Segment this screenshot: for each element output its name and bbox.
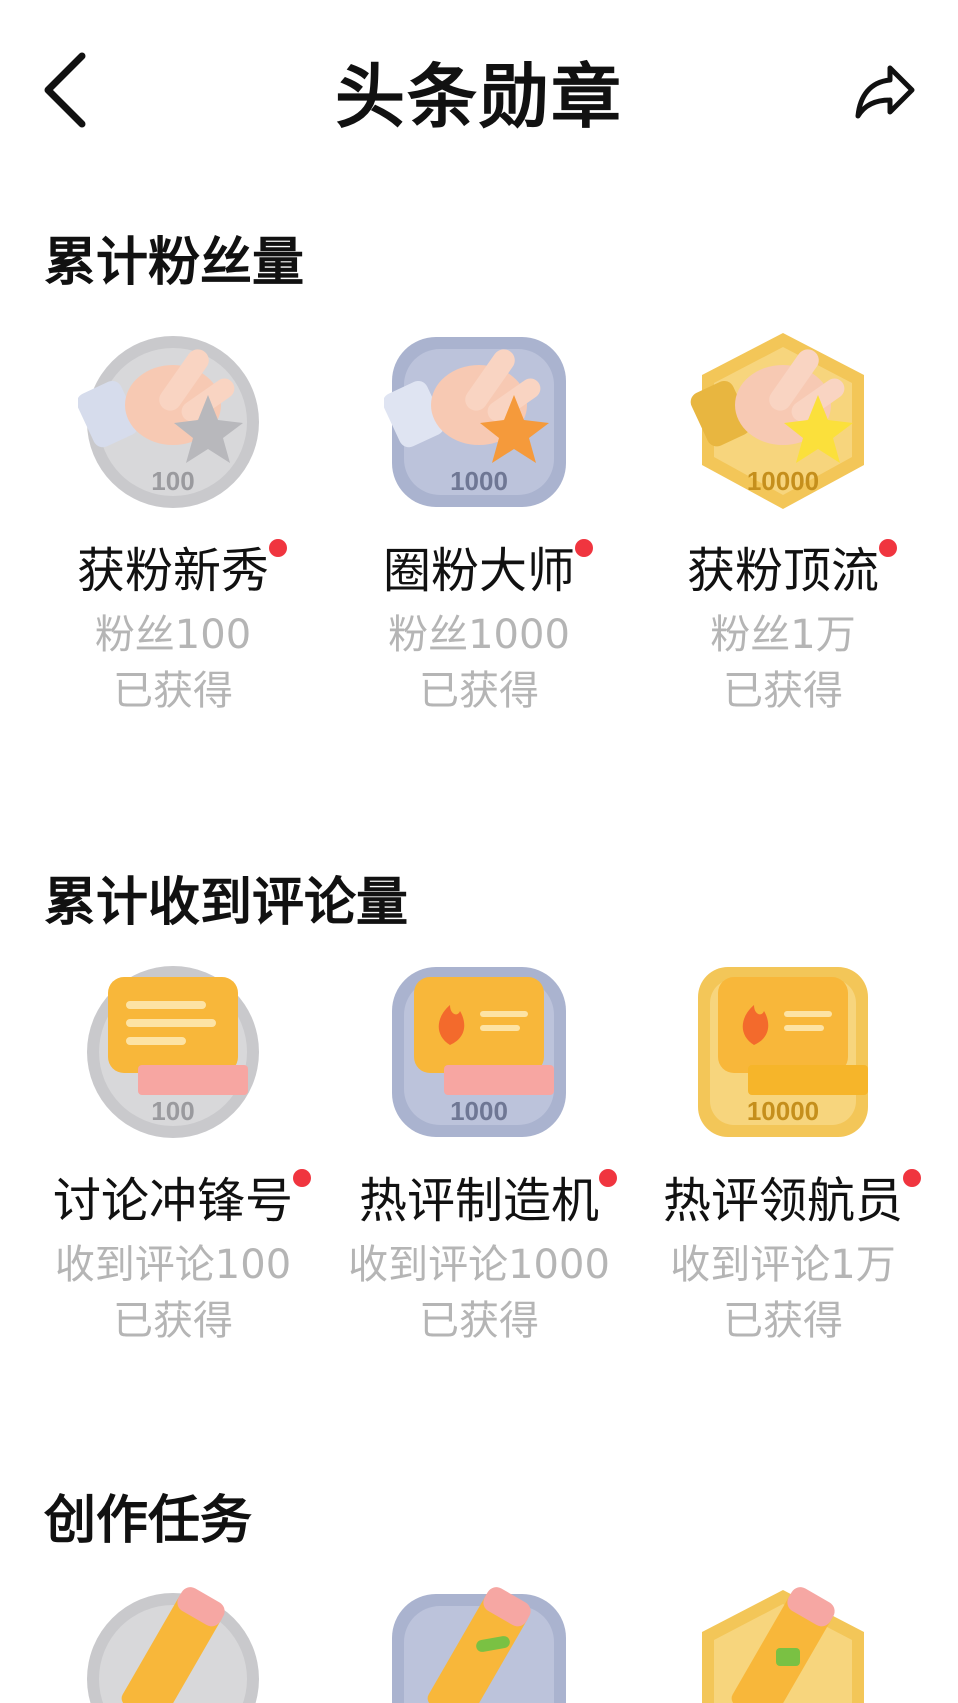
badge-condition: 粉丝1000 <box>388 612 570 658</box>
medal <box>688 1582 878 1703</box>
badge-task-3[interactable] <box>633 1582 933 1703</box>
new-dot <box>879 539 897 557</box>
section-title-tasks: 创作任务 <box>44 1491 253 1551</box>
badge-fans-10000[interactable]: 10000 获粉顶流 粉丝1万 已获得 <box>633 325 933 719</box>
pencil-icon <box>427 1587 531 1703</box>
new-dot <box>293 1169 311 1187</box>
badge-condition: 收到评论100 <box>54 1242 292 1288</box>
badge-task-2[interactable] <box>329 1582 629 1703</box>
badge-name: 热评领航员 <box>663 1169 921 1233</box>
medal-number: 100 <box>151 1096 195 1126</box>
pencil-icon <box>121 1587 225 1703</box>
badge-condition: 粉丝100 <box>94 612 252 658</box>
medal-number: 1000 <box>450 1096 508 1126</box>
section-title-fans: 累计粉丝量 <box>44 233 305 293</box>
page-title: 头条勋章 <box>335 56 623 138</box>
badge-condition: 收到评论1万 <box>670 1242 896 1288</box>
badge-status: 已获得 <box>419 668 539 714</box>
new-dot <box>903 1169 921 1187</box>
medal <box>384 1582 574 1703</box>
top-bar: 头条勋章 <box>0 0 958 190</box>
badge-comments-10000[interactable]: 10000 热评领航员 收到评论1万 已获得 <box>633 955 933 1349</box>
badge-status: 已获得 <box>723 668 843 714</box>
badge-name: 热评制造机 <box>359 1169 617 1233</box>
medal: 1000 <box>384 955 574 1145</box>
medal <box>78 1582 268 1703</box>
badge-comments-100[interactable]: 100 讨论冲锋号 收到评论100 已获得 <box>23 955 323 1349</box>
badge-fans-100[interactable]: 100 获粉新秀 粉丝100 已获得 <box>23 325 323 719</box>
medal: 1000 <box>384 325 574 515</box>
new-dot <box>599 1169 617 1187</box>
share-button[interactable] <box>852 62 918 122</box>
medal-number: 100 <box>151 466 195 496</box>
badge-fans-1000[interactable]: 1000 圈粉大师 粉丝1000 已获得 <box>329 325 629 719</box>
medal: 10000 <box>688 325 878 515</box>
badge-comments-1000[interactable]: 1000 热评制造机 收到评论1000 已获得 <box>329 955 629 1349</box>
pencil-icon <box>731 1587 835 1703</box>
badge-status: 已获得 <box>419 1298 539 1344</box>
badge-status: 已获得 <box>723 1298 843 1344</box>
new-dot <box>575 539 593 557</box>
badge-name: 圈粉大师 <box>383 539 593 603</box>
medal: 100 <box>78 955 268 1145</box>
badge-name: 讨论冲锋号 <box>53 1169 311 1233</box>
badge-condition: 收到评论1000 <box>348 1242 610 1288</box>
badge-name: 获粉新秀 <box>77 539 287 603</box>
medal-number: 10000 <box>746 1096 820 1126</box>
section-title-comments: 累计收到评论量 <box>44 873 409 933</box>
badge-task-1[interactable] <box>23 1582 323 1703</box>
medal: 10000 <box>688 955 878 1145</box>
badge-status: 已获得 <box>113 668 233 714</box>
badge-status: 已获得 <box>113 1298 233 1344</box>
medal-number: 10000 <box>746 466 820 496</box>
badge-condition: 粉丝1万 <box>710 612 856 658</box>
medal-number: 1000 <box>450 466 508 496</box>
medal: 100 <box>78 325 268 515</box>
share-icon <box>855 65 915 119</box>
badge-name: 获粉顶流 <box>687 539 897 603</box>
new-dot <box>269 539 287 557</box>
